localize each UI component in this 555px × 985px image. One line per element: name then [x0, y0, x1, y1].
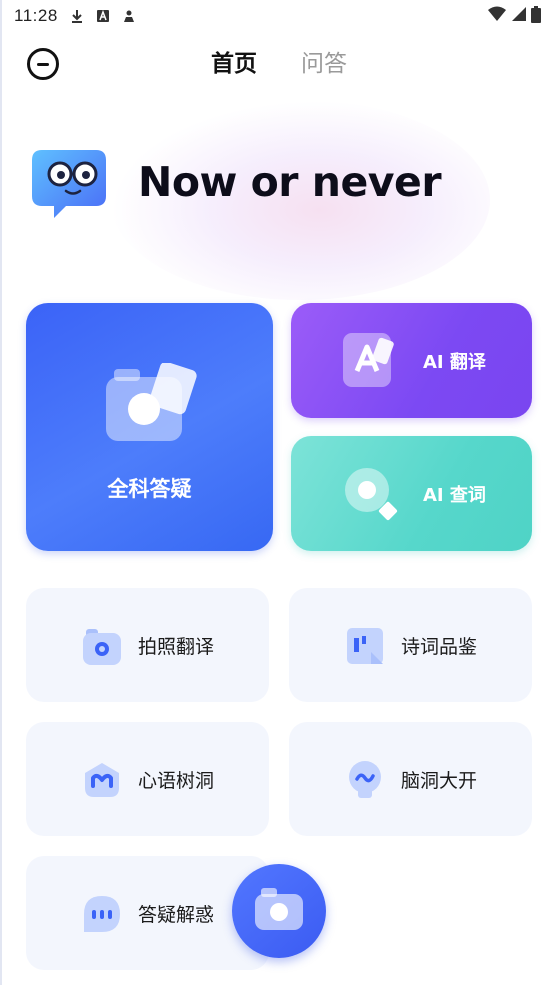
exit-circle-icon[interactable] — [27, 48, 59, 80]
tile-label: 心语树洞 — [138, 770, 215, 792]
chat-bubble-mascot — [30, 146, 110, 220]
status-bar: 11:28 — [0, 0, 555, 32]
ai-translate-label: AI 翻译 — [423, 352, 486, 373]
camera-fab-icon — [255, 888, 303, 934]
tile-label: 脑洞大开 — [401, 770, 478, 792]
download-icon — [70, 9, 84, 23]
camera-photo-icon — [104, 361, 200, 447]
all-subjects-card[interactable]: 全科答疑 — [26, 303, 273, 551]
all-subjects-label: 全科答疑 — [107, 477, 192, 501]
ai-translate-card[interactable]: AI 翻译 — [291, 303, 532, 418]
heart-chat-icon — [82, 760, 122, 800]
tile-label: 答疑解惑 — [138, 904, 215, 926]
screen-edge — [0, 0, 2, 985]
brainstorm-tile[interactable]: 脑洞大开 — [289, 722, 532, 836]
tab-home[interactable]: 首页 — [211, 44, 257, 78]
status-time: 11:28 — [14, 6, 58, 25]
photo-translate-tile[interactable]: 拍照翻译 — [26, 588, 269, 702]
tile-label: 诗词品鉴 — [401, 636, 478, 658]
tree-hole-tile[interactable]: 心语树洞 — [26, 722, 269, 836]
person-icon — [122, 9, 136, 23]
tab-qa[interactable]: 问答 — [301, 44, 347, 78]
camera-icon — [82, 626, 122, 666]
signal-icon — [511, 6, 527, 26]
camera-fab-button[interactable] — [232, 864, 326, 958]
battery-icon — [531, 5, 541, 27]
poetry-tile[interactable]: 诗词品鉴 — [289, 588, 532, 702]
hero-title: Now or never — [138, 158, 442, 206]
chat-dots-icon — [82, 894, 122, 934]
text-a-icon — [96, 9, 110, 23]
tile-label: 拍照翻译 — [138, 636, 215, 658]
translate-a-icon — [341, 331, 403, 393]
magnifier-icon — [341, 464, 403, 526]
ai-lookup-card[interactable]: AI 查词 — [291, 436, 532, 551]
bulb-icon — [345, 760, 385, 800]
ai-lookup-label: AI 查词 — [423, 485, 486, 506]
book-bookmark-icon — [345, 626, 385, 666]
wifi-icon — [487, 6, 507, 26]
top-nav: 首页 问答 — [0, 36, 555, 88]
